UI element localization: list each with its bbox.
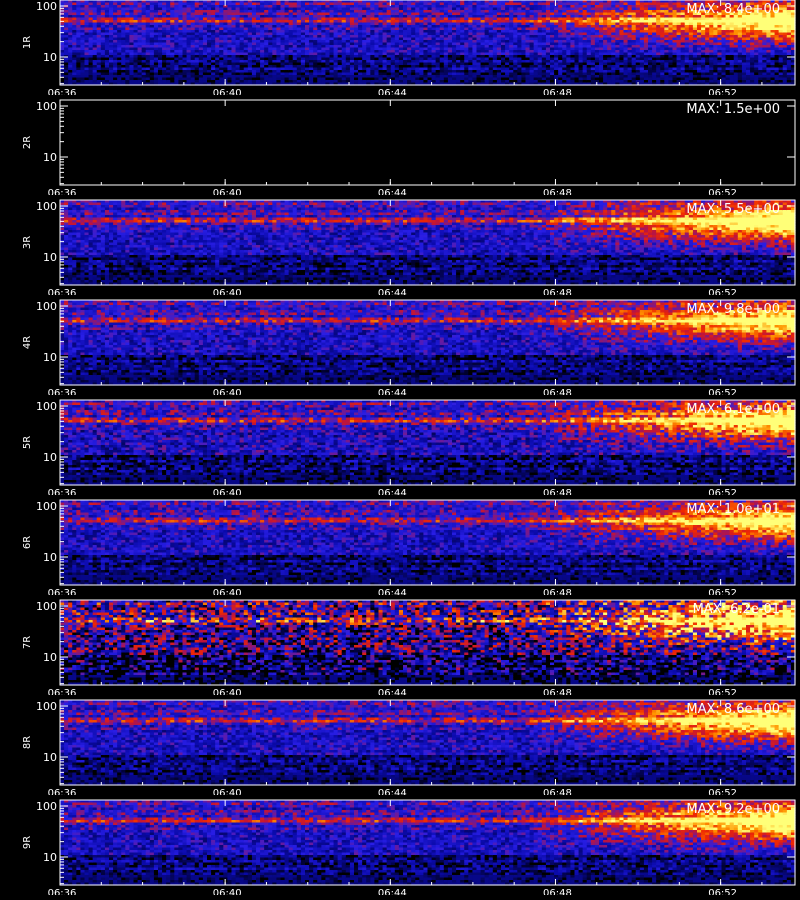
heatmap-cells [60, 0, 796, 86]
spectrogram-panel-1R: 1001006:36 06:40 06:44 06:48 06:521RMAX: 8.4… [22, 0, 796, 95]
spectrogram-stack: 100 10 06:36 06:40 06:44 06:48 06:52 1R MAX: 8.4… [0, 0, 800, 900]
